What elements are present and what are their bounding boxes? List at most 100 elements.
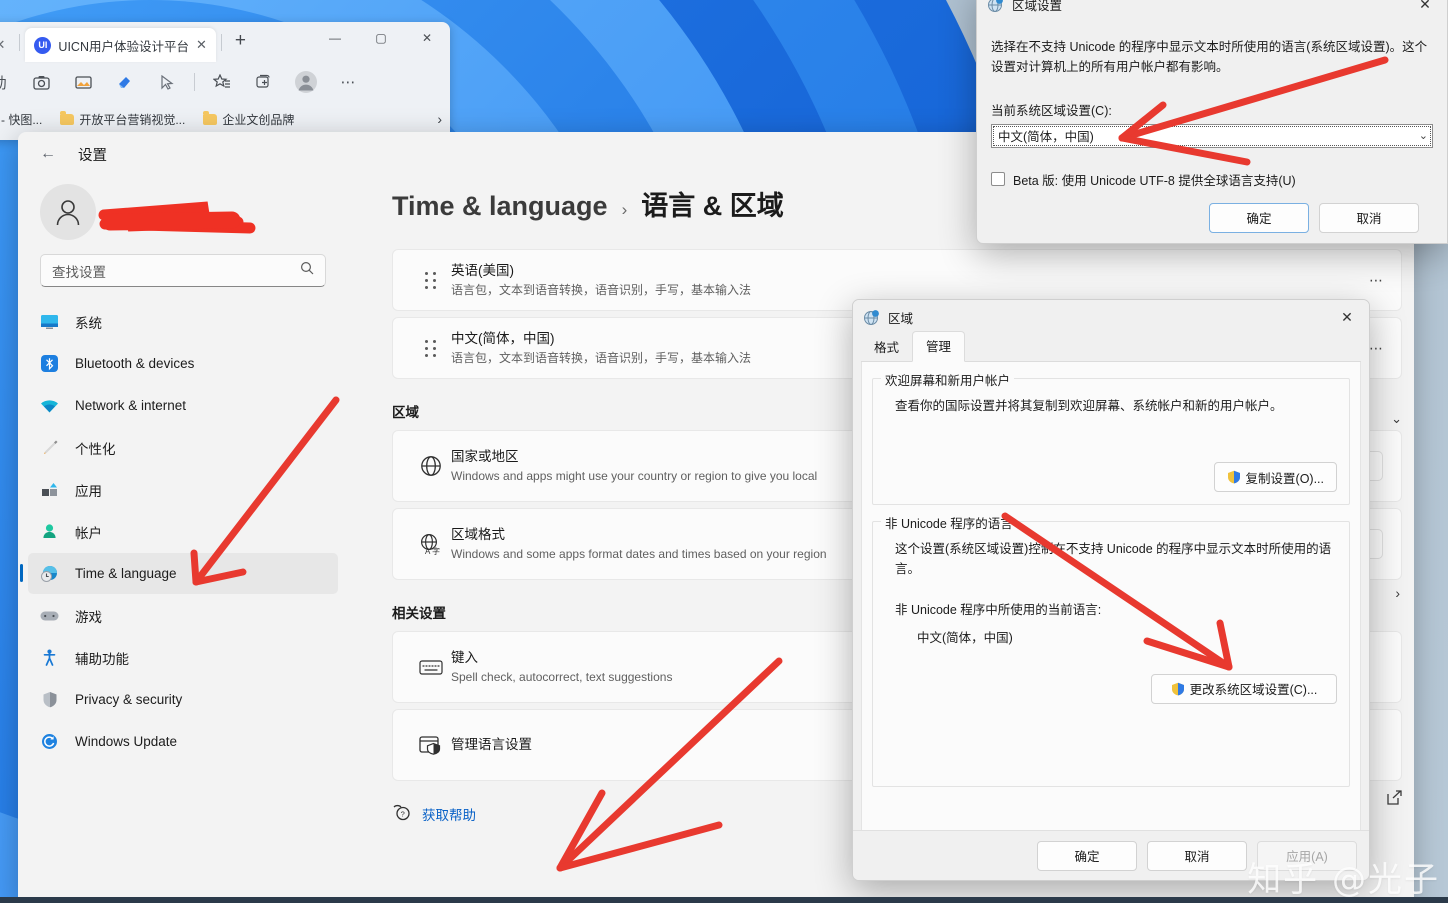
sidebar-item-bluetooth-devices[interactable]: Bluetooth & devices [28, 343, 338, 384]
settings-sidebar[interactable]: ← 设置 wangxik.com 查找设置 系统 [18, 132, 348, 903]
browser-toolbar[interactable]: 勤 ⋯ [0, 62, 450, 102]
ok-button[interactable]: 确定 [1037, 841, 1137, 871]
region-icon [863, 309, 880, 326]
sidebar-item-privacy-security[interactable]: Privacy & security [28, 679, 338, 720]
close-icon[interactable]: ✕ [1403, 0, 1447, 21]
sidebar-item-system[interactable]: 系统 [28, 301, 338, 342]
chevron-down-icon[interactable]: ⌄ [1419, 129, 1428, 142]
sidebar-item-label: Network & internet [75, 398, 186, 413]
taskbar[interactable] [0, 897, 1448, 903]
profile-icon[interactable] [285, 67, 327, 97]
settings-titlebar: ← 设置 [18, 132, 348, 176]
shield-icon [1227, 470, 1241, 484]
change-system-locale-button[interactable]: 更改系统区域设置(C)... [1151, 674, 1337, 704]
sidebar-item-personalization[interactable]: 个性化 [28, 427, 338, 468]
browser-tab-partial[interactable]: 设 ✕ [0, 28, 14, 62]
language-row-actions[interactable]: ⋯ [1369, 272, 1383, 289]
bird-icon[interactable] [104, 67, 146, 97]
region-settings-body: 选择在不支持 Unicode 的程序中显示文本时所使用的语言(系统区域设置)。这… [977, 21, 1447, 233]
drag-handle-icon[interactable] [411, 272, 451, 289]
sidebar-item-apps[interactable]: 应用 [28, 469, 338, 510]
privacy-icon [40, 690, 59, 709]
cancel-button[interactable]: 取消 [1147, 841, 1247, 871]
region-dialog-tabs[interactable]: 格式 管理 [853, 334, 1369, 362]
image-icon[interactable] [62, 67, 104, 97]
sidebar-item-label: Time & language [75, 566, 177, 581]
sidebar-item-time-language[interactable]: Time & language [28, 553, 338, 594]
bookmark-item[interactable]: 开放平台营销视觉... [53, 108, 192, 131]
sidebar-item-windows-update[interactable]: Windows Update [28, 721, 338, 762]
camera-icon[interactable] [20, 67, 62, 97]
minimize-button[interactable]: — [312, 22, 358, 54]
bookmarks-bar[interactable]: 转 ico - 快图... 开放平台营销视觉... 企业文创品牌 › [0, 102, 450, 136]
bookmark-label: 企业文创品牌 [222, 111, 294, 128]
time-language-icon [40, 564, 59, 583]
browser-window[interactable]: 设 ✕ UI UICN用户体验设计平台 ✕ + — ▢ ✕ 勤 [0, 22, 450, 140]
cursor-icon[interactable] [146, 67, 188, 97]
sidebar-item-accounts[interactable]: 帐户 [28, 511, 338, 552]
region-settings-footer[interactable]: 确定 取消 [991, 189, 1433, 233]
language-row-actions[interactable]: ⋯ [1369, 340, 1383, 357]
close-window-button[interactable]: ✕ [404, 22, 450, 54]
trailing-chevron-region-format[interactable]: ⌄ [1391, 410, 1402, 428]
utf8-beta-checkbox-row[interactable]: Beta 版: 使用 Unicode UTF-8 提供全球语言支持(U) [991, 170, 1433, 189]
close-icon[interactable]: ✕ [1325, 300, 1369, 334]
browser-window-controls[interactable]: — ▢ ✕ [312, 22, 450, 54]
sidebar-item-network-internet[interactable]: Network & internet [28, 385, 338, 426]
breadcrumb-current: 语言 & 区域 [641, 184, 784, 223]
bookmark-item[interactable]: 企业文创品牌 [196, 108, 301, 131]
sidebar-item-label: 游戏 [75, 606, 102, 626]
chevron-right-icon[interactable]: › [1395, 585, 1400, 601]
new-tab-button[interactable]: + [227, 30, 254, 52]
sidebar-item-accessibility[interactable]: 辅助功能 [28, 637, 338, 678]
tab-administrative[interactable]: 管理 [912, 331, 965, 362]
gaming-icon [40, 606, 59, 625]
more-icon[interactable]: ⋯ [1369, 272, 1383, 289]
favicon-icon: UI [34, 37, 51, 54]
chevron-down-icon[interactable]: ⌄ [1391, 411, 1402, 426]
sidebar-item-label: Bluetooth & devices [75, 356, 194, 371]
maximize-button[interactable]: ▢ [358, 22, 404, 54]
tab-format[interactable]: 格式 [861, 333, 912, 362]
ok-button[interactable]: 确定 [1209, 203, 1309, 233]
breadcrumb-parent[interactable]: Time & language [392, 191, 608, 222]
sidebar-item-gaming[interactable]: 游戏 [28, 595, 338, 636]
bookmark-item[interactable]: 转 ico - 快图... [0, 108, 49, 131]
account-block[interactable]: wangxik.com [18, 176, 348, 254]
open-external-icon[interactable] [1387, 790, 1402, 810]
more-icon[interactable]: ⋯ [327, 67, 369, 97]
welcome-screen-actions[interactable]: 复制设置(O)... [885, 462, 1337, 492]
wifi-icon [40, 396, 59, 415]
non-unicode-actions[interactable]: 更改系统区域设置(C)... [885, 674, 1337, 704]
bookmark-label: 开放平台营销视觉... [79, 111, 185, 128]
extension-icon-1[interactable]: 勤 [0, 67, 20, 97]
sidebar-nav-list[interactable]: 系统 Bluetooth & devices Network & interne… [18, 301, 348, 762]
browser-tab-active[interactable]: UI UICN用户体验设计平台 ✕ [25, 28, 215, 62]
keyboard-icon [411, 658, 451, 676]
region-settings-dialog[interactable]: 区域设置 ✕ 选择在不支持 Unicode 的程序中显示文本时所使用的语言(系统… [976, 0, 1448, 244]
current-locale-combobox[interactable]: 中文(简体，中国) ⌄ [991, 124, 1433, 148]
back-icon[interactable]: ← [40, 145, 56, 163]
tab-divider [221, 34, 222, 51]
sidebar-item-label: 帐户 [75, 522, 102, 542]
search-icon[interactable] [300, 261, 314, 280]
language-row-text: 英语(美国) 语言包，文本到语音转换，语音识别，手写，基本输入法 [451, 261, 1369, 299]
browser-tab-strip[interactable]: 设 ✕ UI UICN用户体验设计平台 ✕ + — ▢ ✕ [0, 22, 450, 62]
cancel-button[interactable]: 取消 [1319, 203, 1419, 233]
checkbox[interactable] [991, 172, 1005, 186]
bluetooth-icon [40, 354, 59, 373]
search-wrapper[interactable]: 查找设置 [18, 254, 348, 301]
more-icon[interactable]: ⋯ [1369, 340, 1383, 357]
utf8-beta-label: Beta 版: 使用 Unicode UTF-8 提供全球语言支持(U) [1013, 170, 1296, 189]
region-dialog[interactable]: 区域 ✕ 格式 管理 欢迎屏幕和新用户帐户 查看你的国际设置并将其复制到欢迎屏幕… [852, 299, 1370, 881]
collections-star-icon[interactable] [201, 67, 243, 97]
close-icon[interactable]: ✕ [0, 37, 5, 53]
add-collection-icon[interactable] [243, 67, 285, 97]
drag-handle-icon[interactable] [411, 340, 451, 357]
bookmarks-overflow-icon[interactable]: › [437, 111, 442, 127]
copy-settings-button[interactable]: 复制设置(O)... [1214, 462, 1337, 492]
close-icon[interactable]: ✕ [196, 37, 207, 53]
bookmark-label: 转 ico - 快图... [0, 111, 42, 128]
svg-text:字: 字 [432, 546, 440, 555]
search-input[interactable]: 查找设置 [40, 254, 326, 287]
